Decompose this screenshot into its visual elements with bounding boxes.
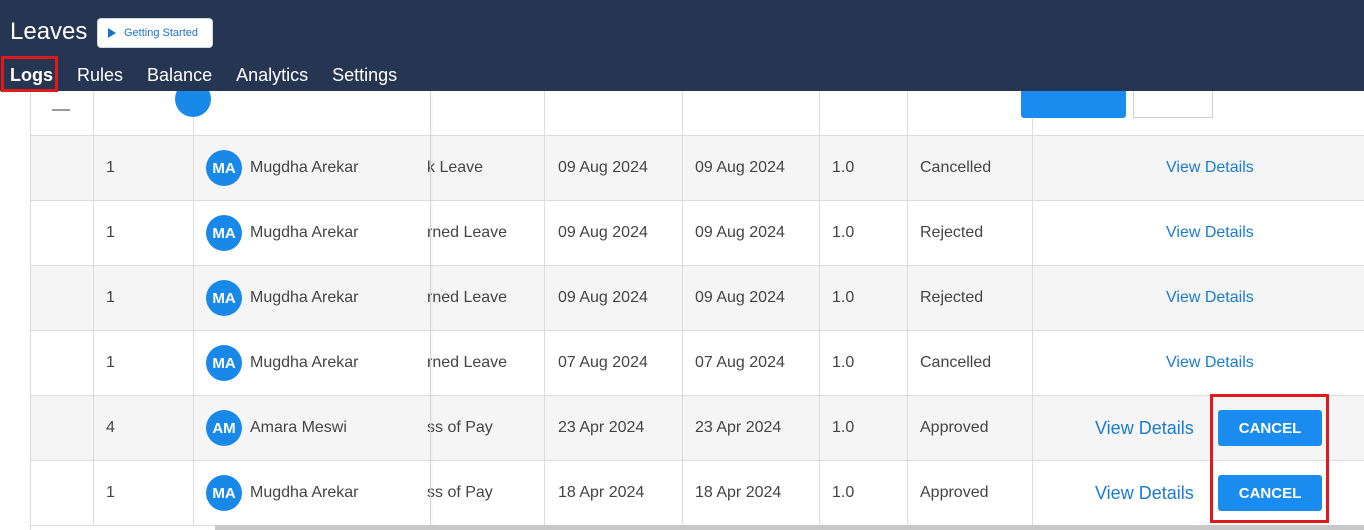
tab-analytics[interactable]: Analytics <box>236 60 308 91</box>
days: 1.0 <box>832 224 855 241</box>
table-row: 1 MA Mugdha Arekar rned Leave 09 Aug 2024 09 … <box>31 266 1364 331</box>
leave-count: 1 <box>106 159 115 176</box>
employee-name: Mugdha Arekar <box>250 484 359 501</box>
cancel-buttons-highlight <box>1210 394 1329 523</box>
employee-cell: MA Mugdha Arekar <box>206 461 426 525</box>
table-row: 4 AM Amara Meswi ss of Pay 23 Apr 2024 23 Apr… <box>31 396 1364 461</box>
table-row: 1 MA Mugdha Arekar ss of Pay 18 Apr 2024 18 A… <box>31 461 1364 526</box>
status-badge: Cancelled <box>920 159 992 176</box>
page-left-frame <box>16 91 31 530</box>
tab-balance[interactable]: Balance <box>147 60 212 91</box>
leave-count: 1 <box>106 289 115 306</box>
avatar: AM <box>206 410 242 446</box>
leave-count: 1 <box>106 224 115 241</box>
to-date: 09 Aug 2024 <box>695 289 785 306</box>
avatar: MA <box>206 345 242 381</box>
leave-type: rned Leave <box>427 354 508 371</box>
status-badge: Rejected <box>920 224 984 241</box>
table-row: 1 MA Mugdha Arekar rned Leave 07 Aug 2024 07 … <box>31 331 1364 396</box>
leave-logs-table: 1 MA Mugdha Arekar k Leave 09 Aug 2024 09 Aug… <box>31 91 1364 530</box>
status-badge: Approved <box>920 419 989 436</box>
leave-type: rned Leave <box>427 289 508 306</box>
employee-name: Mugdha Arekar <box>250 224 359 241</box>
employee-cell: AM Amara Meswi <box>206 396 426 460</box>
avatar <box>175 91 211 121</box>
play-icon <box>108 28 116 38</box>
leave-count: 1 <box>106 354 115 371</box>
status-badge: Approved <box>920 484 989 501</box>
view-details-link[interactable]: View Details <box>1166 136 1276 200</box>
table-row: 1 MA Mugdha Arekar rned Leave 09 Aug 2024 09 … <box>31 201 1364 266</box>
employee-cell: MA Mugdha Arekar <box>206 201 426 265</box>
from-date: 23 Apr 2024 <box>558 419 645 436</box>
status-badge: Rejected <box>920 289 984 306</box>
from-date: 09 Aug 2024 <box>558 224 648 241</box>
page-title: Leaves <box>10 18 88 45</box>
employee-name: Mugdha Arekar <box>250 159 359 176</box>
app-header: Leaves Getting Started Logs Rules Balanc… <box>0 0 1364 91</box>
table-row: 1 MA Mugdha Arekar k Leave 09 Aug 2024 09 Aug… <box>31 136 1364 201</box>
from-date: 07 Aug 2024 <box>558 354 648 371</box>
getting-started-button[interactable]: Getting Started <box>97 18 213 48</box>
header-secondary-button[interactable] <box>1133 91 1213 118</box>
employee-name: Mugdha Arekar <box>250 289 359 306</box>
getting-started-label: Getting Started <box>124 27 198 39</box>
avatar: MA <box>206 215 242 251</box>
days: 1.0 <box>832 484 855 501</box>
days: 1.0 <box>832 354 855 371</box>
to-date: 23 Apr 2024 <box>695 419 782 436</box>
leave-type: ss of Pay <box>427 419 493 436</box>
employee-cell: MA Mugdha Arekar <box>206 266 426 330</box>
view-details-link[interactable]: View Details <box>1166 266 1276 330</box>
to-date: 18 Apr 2024 <box>695 484 782 501</box>
to-date: 09 Aug 2024 <box>695 159 785 176</box>
leave-type: k Leave <box>427 159 484 176</box>
leave-type: rned Leave <box>427 224 508 241</box>
tab-settings[interactable]: Settings <box>332 60 397 91</box>
employee-name: Mugdha Arekar <box>250 354 359 371</box>
select-all-checkbox-icon[interactable] <box>52 109 70 111</box>
leave-count: 1 <box>106 484 115 501</box>
status-badge: Cancelled <box>920 354 992 371</box>
logs-tab-highlight <box>1 56 58 92</box>
employee-cell: MA Mugdha Arekar <box>206 331 426 395</box>
sticky-column-edge <box>430 91 431 530</box>
horizontal-scrollbar[interactable] <box>215 525 1364 530</box>
avatar: MA <box>206 475 242 511</box>
to-date: 09 Aug 2024 <box>695 224 785 241</box>
view-details-link[interactable]: View Details <box>1095 461 1205 525</box>
view-details-link[interactable]: View Details <box>1166 331 1276 395</box>
view-details-link[interactable]: View Details <box>1166 201 1276 265</box>
employee-cell: MA Mugdha Arekar <box>206 136 426 200</box>
tab-rules[interactable]: Rules <box>77 60 123 91</box>
header-action-button[interactable] <box>1021 91 1126 118</box>
tab-bar: Logs Rules Balance Analytics Settings <box>0 60 421 91</box>
to-date: 07 Aug 2024 <box>695 354 785 371</box>
avatar: MA <box>206 280 242 316</box>
days: 1.0 <box>832 159 855 176</box>
days: 1.0 <box>832 289 855 306</box>
leave-count: 4 <box>106 419 115 436</box>
view-details-link[interactable]: View Details <box>1095 396 1205 460</box>
leave-type: ss of Pay <box>427 484 493 501</box>
avatar: MA <box>206 150 242 186</box>
employee-name: Amara Meswi <box>250 419 347 436</box>
days: 1.0 <box>832 419 855 436</box>
from-date: 09 Aug 2024 <box>558 159 648 176</box>
from-date: 18 Apr 2024 <box>558 484 645 501</box>
from-date: 09 Aug 2024 <box>558 289 648 306</box>
